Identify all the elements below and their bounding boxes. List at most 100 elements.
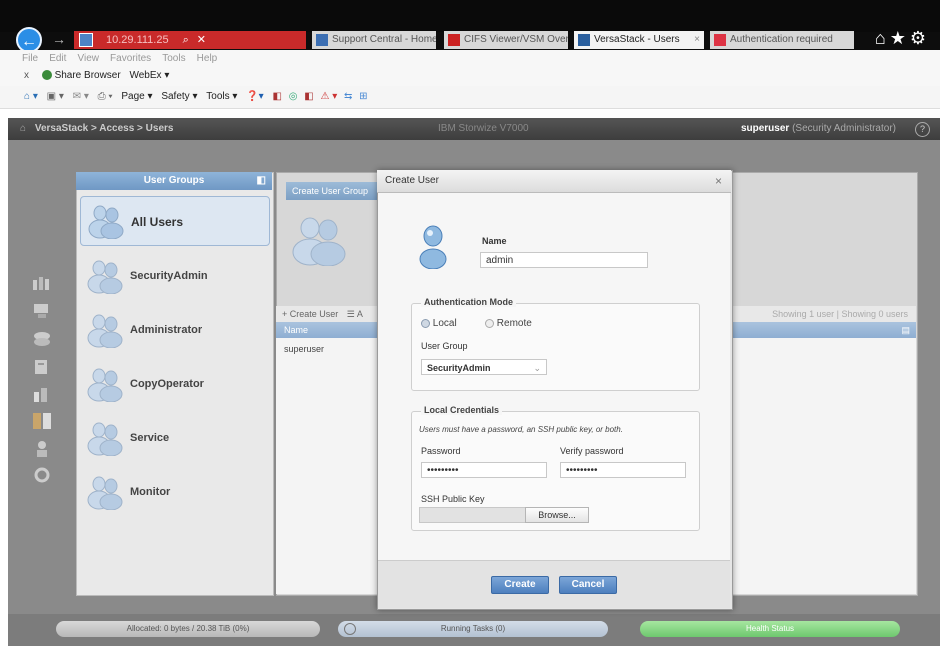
onenote-icon[interactable]: ◧ (272, 91, 281, 102)
radio-remote[interactable]: Remote (485, 318, 532, 329)
dialog-title-bar: Create User × (377, 170, 731, 193)
breadcrumb[interactable]: VersaStack > Access > Users (35, 123, 174, 134)
nav-pools-icon[interactable] (32, 302, 52, 320)
group-item-copyoperator[interactable]: CopyOperator (80, 360, 270, 410)
group-item-service[interactable]: Service (80, 414, 270, 464)
user-groups-title: User Groups (143, 175, 205, 186)
nav-settings-person-icon[interactable] (32, 440, 52, 458)
column-chooser-icon[interactable]: ▤ (901, 322, 910, 338)
research-icon[interactable]: ◧ (304, 91, 313, 102)
column-name-header[interactable]: Name (284, 325, 308, 335)
nav-volumes-icon[interactable] (32, 330, 52, 348)
radio-local[interactable]: Local (421, 318, 457, 329)
allocated-text: Allocated: 0 bytes / 20.38 TiB (0%) (126, 624, 250, 633)
close-tab-icon[interactable]: × (694, 31, 700, 49)
tab-label: Authentication required (730, 34, 833, 45)
product-name: IBM Storwize V7000 (438, 123, 529, 134)
health-status-bar[interactable]: Health Status (640, 621, 900, 637)
nav-settings-gear-icon[interactable] (32, 466, 52, 484)
help-button[interactable]: ? (915, 122, 930, 137)
create-user-group-button[interactable]: Create User Group (286, 182, 386, 200)
mail-icon[interactable]: ✉ ▾ (73, 91, 89, 102)
cancel-button[interactable]: Cancel (559, 576, 617, 594)
create-button[interactable]: Create (491, 576, 549, 594)
large-user-group-icon (290, 214, 350, 269)
verify-password-input[interactable]: ••••••••• (560, 462, 686, 478)
running-tasks-bar[interactable]: Running Tasks (0) (338, 621, 608, 637)
safety-menu[interactable]: Safety ▾ (161, 91, 197, 102)
group-label: CopyOperator (130, 378, 204, 390)
send-icon[interactable]: ⇆ (344, 91, 352, 102)
browse-button[interactable]: Browse... (525, 507, 589, 523)
webex-menu[interactable]: WebEx ▾ (129, 70, 169, 81)
name-input[interactable]: admin (480, 252, 648, 268)
tab-cifs-viewer[interactable]: CIFS Viewer/VSM Over... (444, 31, 568, 49)
address-text: 10.29.111.25 (106, 34, 169, 46)
chevron-down-icon: ⌄ (533, 363, 541, 373)
settings-gear-icon[interactable]: ⚙ (910, 28, 930, 48)
user-info[interactable]: superuser (Security Administrator) (741, 118, 896, 140)
menu-help[interactable]: Help (197, 53, 218, 64)
help-icon[interactable]: ❓▾ (246, 91, 263, 102)
acrobat-icon[interactable]: ⚠ ▾ (320, 91, 337, 102)
page-icon (448, 34, 460, 46)
authentication-mode-legend: Authentication Mode (421, 297, 516, 307)
home-icon[interactable]: ⌂ (875, 28, 890, 48)
create-user-link[interactable]: + Create User (282, 309, 338, 319)
address-bar[interactable]: 10.29.111.25 ⌕ ✕ (74, 31, 306, 49)
tab-support-central[interactable]: Support Central - Home (312, 31, 436, 49)
group-item-monitor[interactable]: Monitor (80, 468, 270, 518)
stop-icon[interactable]: ✕ (197, 34, 206, 46)
addon-icon[interactable]: ◎ (289, 91, 298, 102)
dialog-close-icon[interactable]: × (715, 170, 722, 192)
menu-view[interactable]: View (77, 53, 99, 64)
menu-edit[interactable]: Edit (49, 53, 66, 64)
tab-label: Support Central - Home (332, 34, 436, 45)
print-icon[interactable]: ⎙ ▾ (98, 91, 113, 102)
favorites-star-icon[interactable]: ★ (890, 28, 910, 48)
favbar-close-icon[interactable]: x (24, 70, 29, 81)
page-menu[interactable]: Page ▾ (121, 91, 152, 102)
menu-file[interactable]: File (22, 53, 38, 64)
local-credentials-legend: Local Credentials (421, 405, 503, 415)
nav-monitoring-icon[interactable] (32, 274, 52, 292)
nav-hosts-icon[interactable] (32, 358, 52, 376)
home-cmd-icon[interactable]: ⌂ ▾ (24, 91, 38, 102)
nav-access-icon[interactable] (32, 412, 52, 430)
user-group-icon (86, 312, 124, 351)
home-nav-icon[interactable]: ⌂ (20, 123, 26, 134)
browser-toolbar-icons: ⌂★⚙ (875, 28, 930, 49)
menu-favorites[interactable]: Favorites (110, 53, 151, 64)
tools-menu[interactable]: Tools ▾ (206, 91, 237, 102)
showing-count: Showing 1 user | Showing 0 users (772, 309, 908, 319)
user-role: (Security Administrator) (792, 123, 896, 134)
user-avatar-icon (419, 225, 447, 272)
tasks-spinner-icon (344, 623, 356, 635)
group-item-securityadmin[interactable]: SecurityAdmin (80, 252, 270, 302)
nav-copy-services-icon[interactable] (32, 386, 52, 404)
tab-versastack-users[interactable]: VersaStack - Users × (574, 31, 704, 49)
password-input[interactable]: ••••••••• (421, 462, 547, 478)
share-browser-link[interactable]: Share Browser (55, 70, 121, 81)
menu-tools[interactable]: Tools (162, 53, 185, 64)
app-header: ⌂ VersaStack > Access > Users IBM Storwi… (8, 118, 940, 140)
group-item-administrator[interactable]: Administrator (80, 306, 270, 356)
radio-local-icon (421, 318, 430, 328)
forward-icon[interactable]: → (52, 31, 66, 47)
group-label: Monitor (130, 486, 171, 498)
collapse-icon[interactable]: ◧ (257, 172, 266, 190)
tab-authentication-required[interactable]: Authentication required (710, 31, 854, 49)
group-item-all-users[interactable]: All Users (80, 196, 270, 246)
actions-link[interactable]: ☰ A (347, 309, 363, 319)
bookmark-icon[interactable]: ⊞ (359, 91, 367, 102)
radio-local-label: Local (432, 318, 457, 329)
user-group-select[interactable]: SecurityAdmin ⌄ (421, 359, 547, 375)
row-name: superuser (284, 344, 325, 354)
ssh-key-file-field[interactable] (419, 507, 527, 523)
page-icon (316, 34, 328, 46)
feeds-icon[interactable]: ▣ ▾ (47, 91, 64, 102)
allocated-capacity-bar[interactable]: Allocated: 0 bytes / 20.38 TiB (0%) (56, 621, 320, 637)
group-label: Administrator (130, 324, 203, 336)
search-icon[interactable]: ⌕ (183, 34, 189, 46)
health-status-text: Health Status (745, 624, 795, 633)
